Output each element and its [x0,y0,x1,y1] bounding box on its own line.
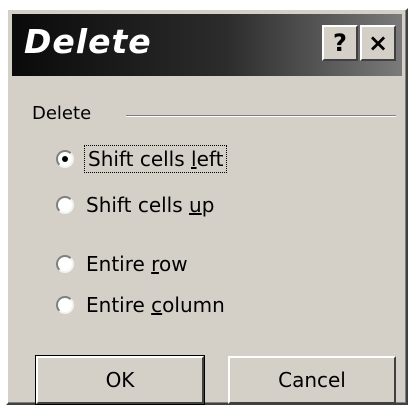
radio-button[interactable] [56,150,74,168]
delete-dialog: Delete ? × Delete Shift cells left Shift… [6,8,408,405]
option-shift-cells-up[interactable]: Shift cells up [56,191,214,219]
option-label: Shift cells left [83,145,228,173]
option-entire-column[interactable]: Entire column [56,291,225,319]
option-label: Shift cells up [86,193,215,217]
option-entire-row[interactable]: Entire row [56,250,188,278]
group-label: Delete [32,103,92,124]
group-divider [126,115,396,117]
help-button[interactable]: ? [322,25,358,61]
radio-selected-dot [62,156,68,162]
ok-button[interactable]: OK [35,355,205,405]
help-icon: ? [333,29,347,57]
title-bar[interactable]: Delete ? × [12,14,402,76]
option-shift-cells-left[interactable]: Shift cells left [56,145,228,173]
option-label: Entire row [86,252,188,276]
option-label: Entire column [86,293,225,317]
radio-button[interactable] [56,196,74,214]
dialog-title: Delete [24,22,152,61]
cancel-button[interactable]: Cancel [228,356,396,404]
radio-button[interactable] [56,255,74,273]
close-button[interactable]: × [360,25,396,61]
close-icon: × [367,29,389,57]
radio-button[interactable] [56,296,74,314]
